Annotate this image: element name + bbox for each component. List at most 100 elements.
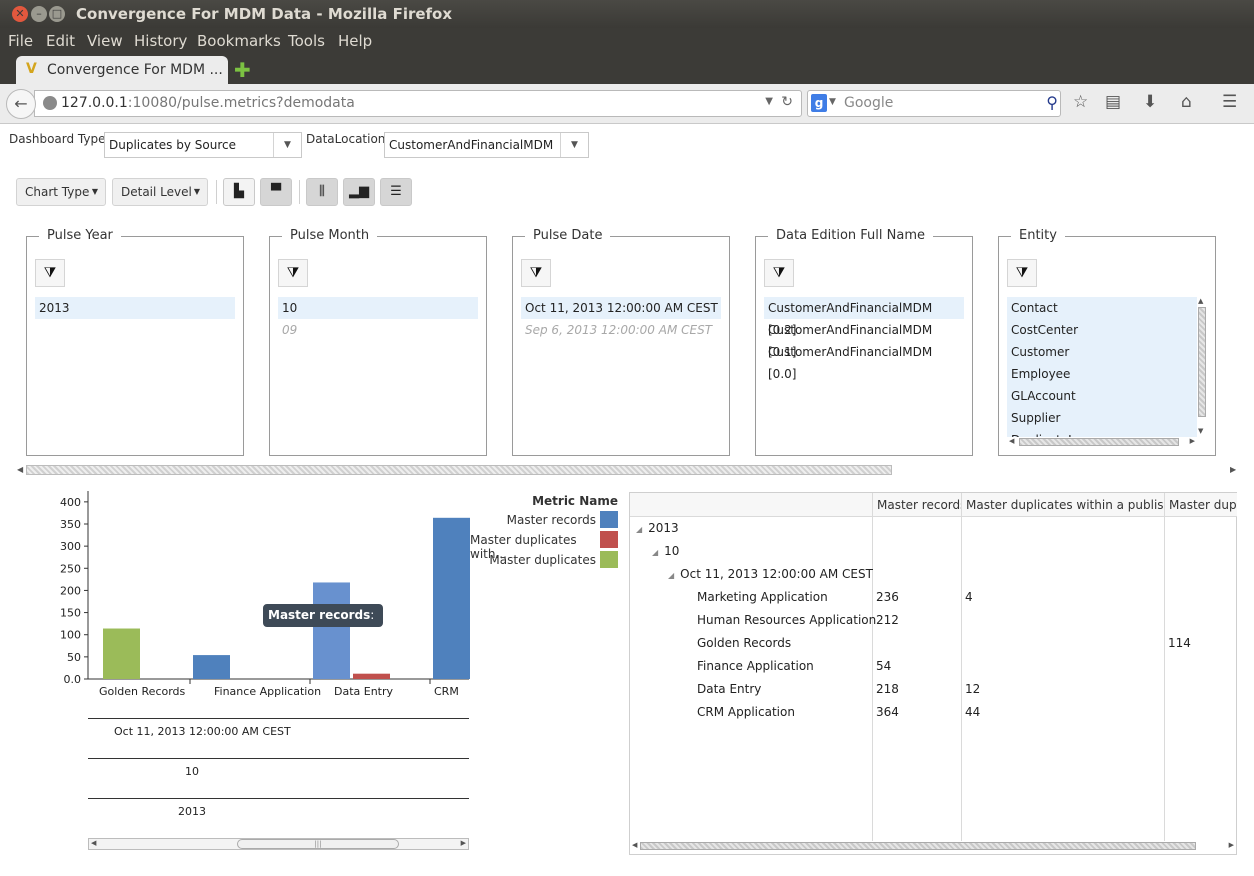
menu-edit[interactable]: Edit: [46, 32, 75, 50]
clear-filter-icon[interactable]: ⧩: [278, 259, 308, 287]
collapse-triangle-icon[interactable]: ◢: [636, 525, 642, 534]
table-row-label[interactable]: Data Entry: [697, 678, 761, 701]
clear-filter-icon[interactable]: ⧩: [521, 259, 551, 287]
layout-stacked-button[interactable]: ▀: [260, 178, 292, 206]
arrow-left-icon[interactable]: ◀: [632, 841, 637, 849]
menu-help[interactable]: Help: [338, 32, 372, 50]
column-header[interactable]: Master records: [872, 493, 961, 517]
clear-filter-icon[interactable]: ⧩: [1007, 259, 1037, 287]
bar-finance-application-s0: [193, 655, 230, 679]
tree-row-year[interactable]: ◢ 2013: [636, 517, 679, 540]
url-text[interactable]: 127.0.0.1:10080/pulse.metrics?demodata: [61, 95, 355, 111]
filter-panel-toggle-button[interactable]: ⫼: [306, 178, 338, 206]
menu-tools[interactable]: Tools: [288, 32, 325, 50]
collapse-triangle-icon[interactable]: ◢: [652, 548, 658, 557]
list-item[interactable]: Supplier: [1007, 407, 1197, 429]
chart-horizontal-scrollbar[interactable]: ◀ ||| ▶: [88, 838, 469, 850]
list-item[interactable]: CustomerAndFinancialMDM [0.2]: [764, 297, 964, 337]
legend-item[interactable]: Master duplicates with...: [470, 530, 620, 561]
arrow-down-icon[interactable]: ▼: [1198, 427, 1203, 435]
arrow-up-icon[interactable]: ▲: [1198, 297, 1203, 305]
table-toggle-button[interactable]: ☰: [380, 178, 412, 206]
arrow-left-icon[interactable]: ◀: [91, 839, 96, 847]
menu-icon[interactable]: ☰: [1222, 92, 1237, 112]
scrollbar-thumb[interactable]: [1019, 438, 1179, 446]
list-item[interactable]: CustomerAndFinancialMDM [0.1]: [764, 319, 964, 359]
chevron-down-icon[interactable]: ▼: [829, 97, 836, 107]
scrollbar-thumb[interactable]: [640, 842, 1196, 850]
arrow-right-icon[interactable]: ▶: [1230, 465, 1236, 474]
table-horizontal-scrollbar[interactable]: ◀ ▶: [630, 841, 1236, 853]
tab-convergence[interactable]: V Convergence For MDM ...: [16, 56, 228, 84]
back-button[interactable]: ←: [6, 89, 36, 119]
panels-scrollbar-thumb[interactable]: [26, 465, 892, 475]
table-cell: 212: [876, 613, 899, 627]
list-item[interactable]: Sep 6, 2013 12:00:00 AM CEST: [521, 319, 721, 341]
table-row-label[interactable]: Marketing Application: [697, 586, 828, 609]
plus-icon[interactable]: ✚: [234, 58, 251, 82]
menu-history[interactable]: History: [134, 32, 187, 50]
url-bar[interactable]: 127.0.0.1:10080/pulse.metrics?demodata ▼…: [34, 90, 802, 117]
bookmarks-list-icon[interactable]: ▤: [1105, 92, 1121, 112]
table-row-label[interactable]: Finance Application: [697, 655, 814, 678]
arrow-left-icon[interactable]: ◀: [17, 465, 23, 474]
menu-bookmarks[interactable]: Bookmarks: [197, 32, 281, 50]
detail-level-button[interactable]: Detail Level ▼: [112, 178, 208, 206]
google-icon[interactable]: g: [811, 94, 827, 112]
list-item[interactable]: CustomerAndFinancialMDM [0.0]: [764, 341, 964, 381]
chart-type-button[interactable]: Chart Type ▼: [16, 178, 106, 206]
column-header[interactable]: Master duplicates within a publisher: [961, 493, 1164, 517]
tree-row-month[interactable]: ◢ 10: [652, 540, 679, 563]
home-icon[interactable]: ⌂: [1181, 92, 1192, 112]
table-row-label[interactable]: Golden Records: [697, 632, 791, 655]
data-location-select[interactable]: CustomerAndFinancialMDM ▼: [384, 132, 589, 158]
search-bar[interactable]: g ▼ Google ⚲: [807, 90, 1061, 117]
tree-row-label: Oct 11, 2013 12:00:00 AM CEST: [680, 567, 873, 581]
layout-side-by-side-button[interactable]: ▙: [223, 178, 255, 206]
close-window-button[interactable]: ✕: [12, 6, 28, 22]
download-icon[interactable]: ⬇: [1143, 92, 1157, 112]
scrollbar-thumb[interactable]: [1198, 307, 1206, 417]
maximize-window-button[interactable]: □: [49, 6, 65, 22]
search-icon[interactable]: ⚲: [1046, 93, 1058, 112]
arrow-right-icon[interactable]: ▶: [461, 839, 466, 847]
list-item[interactable]: GLAccount: [1007, 385, 1197, 407]
list-item[interactable]: 10: [278, 297, 478, 319]
reload-icon[interactable]: ↻: [781, 94, 793, 110]
legend-item[interactable]: Master duplicates: [470, 550, 620, 570]
list-item[interactable]: Contact: [1007, 297, 1197, 319]
table-row-label[interactable]: Human Resources Application: [697, 609, 876, 632]
clear-filter-icon[interactable]: ⧩: [764, 259, 794, 287]
menu-view[interactable]: View: [87, 32, 123, 50]
column-header[interactable]: Master dupli: [1164, 493, 1237, 517]
group-axis-date: Oct 11, 2013 12:00:00 AM CEST: [88, 718, 469, 758]
bookmark-star-icon[interactable]: ☆: [1073, 92, 1088, 112]
list-item[interactable]: 09: [278, 319, 478, 341]
menu-file[interactable]: File: [8, 32, 33, 50]
entity-horizontal-scrollbar[interactable]: ◀ ▶: [1009, 437, 1195, 449]
tab-strip: V Convergence For MDM ... ✚: [0, 54, 1254, 84]
list-item[interactable]: Oct 11, 2013 12:00:00 AM CEST: [521, 297, 721, 319]
tree-row-date[interactable]: ◢ Oct 11, 2013 12:00:00 AM CEST: [668, 563, 873, 586]
dashboard-type-select[interactable]: Duplicates by Source ▼: [104, 132, 302, 158]
list-item[interactable]: CostCenter: [1007, 319, 1197, 341]
panel-title: Data Edition Full Name: [768, 228, 933, 243]
clear-filter-icon[interactable]: ⧩: [35, 259, 65, 287]
entity-vertical-scrollbar[interactable]: ▲ ▼: [1197, 297, 1207, 437]
chevron-down-icon: ▼: [273, 133, 301, 157]
list-item[interactable]: Employee: [1007, 363, 1197, 385]
arrow-right-icon[interactable]: ▶: [1190, 437, 1195, 445]
chart-toggle-button[interactable]: ▂▆: [343, 178, 375, 206]
chevron-down-icon[interactable]: ▼: [765, 96, 773, 107]
legend-item[interactable]: Master records: [470, 510, 620, 530]
minimize-window-button[interactable]: –: [31, 6, 47, 22]
arrow-right-icon[interactable]: ▶: [1229, 841, 1234, 849]
arrow-left-icon[interactable]: ◀: [1009, 437, 1014, 445]
list-item[interactable]: DuplicateI: [1007, 429, 1197, 437]
list-item[interactable]: Customer: [1007, 341, 1197, 363]
collapse-triangle-icon[interactable]: ◢: [668, 571, 674, 580]
table-row-label[interactable]: CRM Application: [697, 701, 795, 724]
list-item[interactable]: 2013: [35, 297, 235, 319]
scrollbar-thumb[interactable]: |||: [237, 839, 399, 849]
pulse-date-list: Oct 11, 2013 12:00:00 AM CEST Sep 6, 201…: [521, 297, 721, 341]
